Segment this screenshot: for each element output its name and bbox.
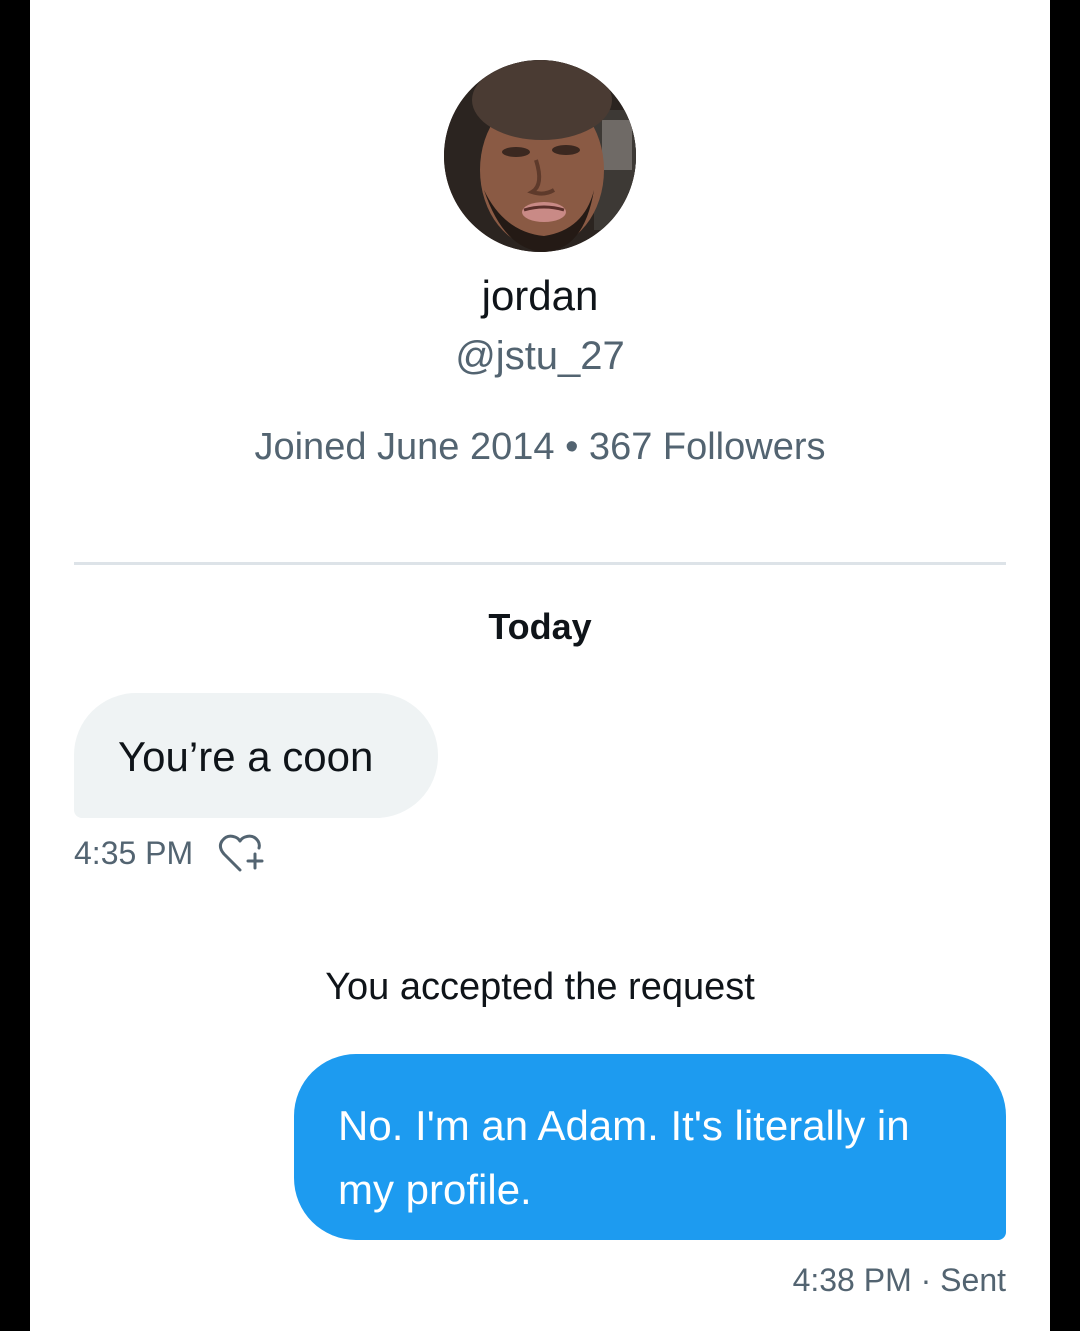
profile-name[interactable]: jordan [30, 272, 1050, 320]
system-message: You accepted the request [325, 966, 755, 1008]
date-separator: Today [488, 606, 592, 647]
dm-conversation-screen: jordan @jstu_27 Joined June 2014 • 367 F… [30, 0, 1050, 1331]
outgoing-message-bubble[interactable]: No. I'm an Adam. It's literally in my pr… [294, 1054, 1006, 1240]
divider [74, 562, 1006, 565]
avatar-image [444, 60, 636, 252]
heart-plus-icon[interactable] [216, 832, 268, 876]
profile-handle[interactable]: @jstu_27 [30, 334, 1050, 379]
incoming-message-timestamp: 4:35 PM [74, 835, 194, 871]
profile-meta: Joined June 2014 • 367 Followers [254, 426, 826, 468]
profile-avatar[interactable] [444, 60, 636, 252]
incoming-message-bubble[interactable]: You’re a coon [74, 693, 438, 818]
outgoing-message-status: 4:38 PM · Sent [792, 1262, 1006, 1298]
